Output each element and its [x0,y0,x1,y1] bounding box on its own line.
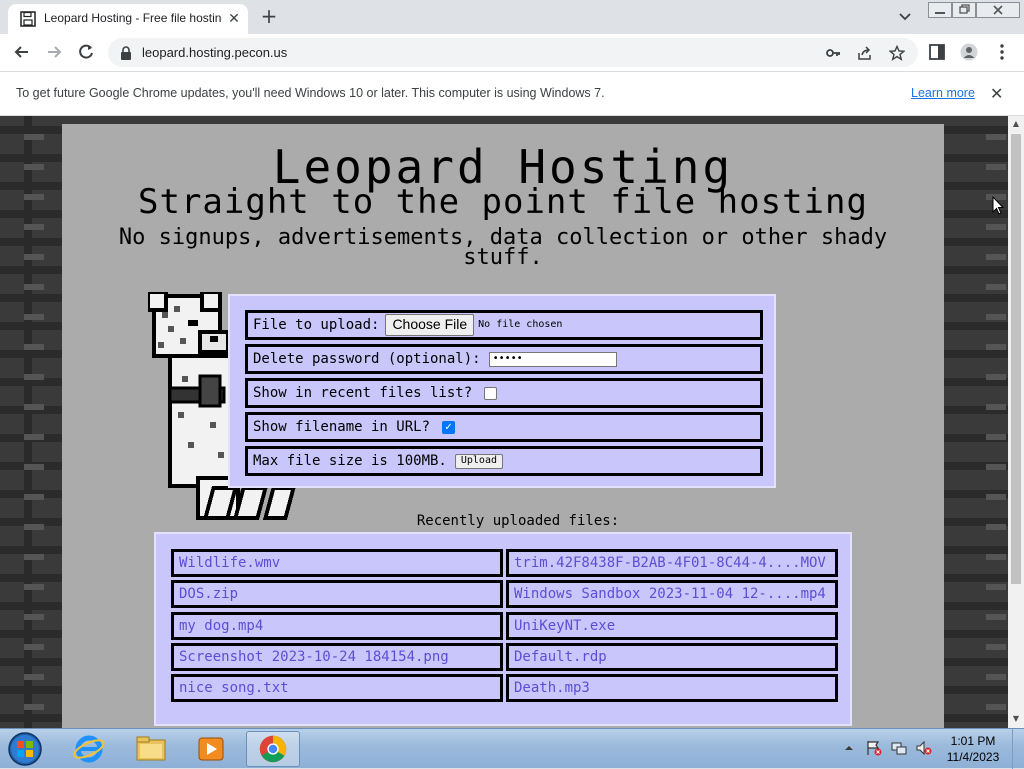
side-panel-icon[interactable] [928,43,946,61]
file-link[interactable]: Death.mp3 [506,674,838,702]
filename-url-label: Show filename in URL? [253,419,431,435]
page-scrollbar[interactable]: ▲ ▼ [1008,116,1024,728]
recent-list-checkbox[interactable] [484,386,498,400]
submit-row: Max file size is 100MB. Upload [245,446,763,476]
scroll-down-icon[interactable]: ▼ [1011,714,1021,724]
file-link[interactable]: Windows Sandbox 2023-11-04 12-....mp4 [506,580,838,608]
action-center-flag-icon[interactable] [866,740,882,756]
forward-arrow-icon[interactable] [44,42,64,62]
infobar-message: To get future Google Chrome updates, you… [16,86,605,100]
restore-icon[interactable] [952,2,976,18]
left-decoration [24,116,44,728]
file-link[interactable]: UniKeyNT.exe [506,612,838,640]
recent-toggle-row: Show in recent files list? [245,378,763,408]
internet-explorer-icon[interactable] [62,731,116,767]
filename-toggle-row: Show filename in URL? ✓ [245,412,763,442]
media-player-icon[interactable] [184,731,238,767]
minimize-icon[interactable] [928,2,952,18]
page-viewport: Leopard Hosting Straight to the point fi… [0,116,1008,728]
menu-kebab-icon[interactable] [994,43,1010,61]
volume-muted-icon[interactable] [916,740,932,756]
url-text[interactable]: leopard.hosting.pecon.us [142,45,287,60]
upload-form: File to upload: Choose File No file chosen… [228,294,776,488]
recent-files-heading: Recently uploaded files: [416,513,620,529]
update-infobar: To get future Google Chrome updates, you… [0,71,1024,116]
learn-more-link[interactable]: Learn more [911,86,975,100]
file-link[interactable]: Default.rdp [506,643,838,671]
tab-strip: Leopard Hosting - Free file hosting ✕ + [0,0,1024,34]
bookmark-star-icon[interactable] [889,45,905,61]
file-link[interactable]: trim.42F8438F-B2AB-4F01-8C44-4....MOV [506,549,838,577]
file-link[interactable]: nice song.txt [171,674,503,702]
upload-button[interactable]: Upload [454,453,503,469]
show-desktop-button[interactable] [1012,729,1024,769]
recent-list-label: Show in recent files list? [253,385,473,401]
chrome-icon[interactable] [246,731,300,767]
profile-avatar-icon[interactable] [960,43,978,61]
infobar-close-icon[interactable]: ✕ [990,84,1003,103]
no-file-text: No file chosen [478,319,563,330]
file-link[interactable]: DOS.zip [171,580,503,608]
site-tagline: No signups, advertisements, data collect… [118,225,888,270]
file-link[interactable]: Screenshot 2023-10-24 184154.png [171,643,503,671]
lock-icon[interactable] [120,46,132,60]
system-clock[interactable]: 1:01 PM 11/4/2023 [938,733,1008,765]
scroll-up-icon[interactable]: ▲ [1011,119,1021,129]
browser-toolbar: leopard.hosting.pecon.us [0,34,1024,71]
file-explorer-icon[interactable] [124,731,178,767]
floppy-disk-icon [20,11,36,27]
tray-expand-icon[interactable] [844,740,854,756]
network-icon[interactable] [891,740,907,756]
new-tab-button[interactable]: + [258,6,280,28]
mouse-cursor-icon [992,196,1004,215]
browser-tab[interactable]: Leopard Hosting - Free file hosting ✕ [8,4,248,34]
clock-date: 11/4/2023 [946,750,1000,764]
clock-time: 1:01 PM [950,734,996,748]
recent-files-grid: Wildlife.wmv trim.42F8438F-B2AB-4F01-8C4… [154,532,852,726]
password-label: Delete password (optional): [253,351,481,367]
back-arrow-icon[interactable] [12,42,32,62]
address-bar[interactable]: leopard.hosting.pecon.us [108,38,918,67]
file-link[interactable]: Wildlife.wmv [171,549,503,577]
file-link[interactable]: my dog.mp4 [171,612,503,640]
filename-url-checkbox[interactable]: ✓ [442,420,456,434]
reload-icon[interactable] [76,42,96,62]
windows-taskbar: 1:01 PM 11/4/2023 [0,728,1024,769]
content-panel: Leopard Hosting Straight to the point fi… [62,124,944,728]
site-subtitle: Straight to the point file hosting [138,182,868,222]
tab-close-icon[interactable]: ✕ [226,11,242,27]
file-row: File to upload: Choose File No file chosen [245,310,763,340]
choose-file-button[interactable]: Choose File [385,314,475,336]
scroll-thumb[interactable] [1011,134,1021,584]
window-close-icon[interactable] [976,2,1020,18]
password-row: Delete password (optional): ••••• [245,344,763,374]
tab-title: Leopard Hosting - Free file hosting [44,11,222,25]
file-label: File to upload: [253,317,380,333]
tab-search-chevron-icon[interactable] [897,8,913,24]
key-icon[interactable] [825,45,841,61]
start-orb-icon[interactable] [6,731,44,767]
delete-password-field[interactable]: ••••• [488,351,617,367]
share-icon[interactable] [857,45,873,61]
max-size-label: Max file size is 100MB. [253,453,447,469]
